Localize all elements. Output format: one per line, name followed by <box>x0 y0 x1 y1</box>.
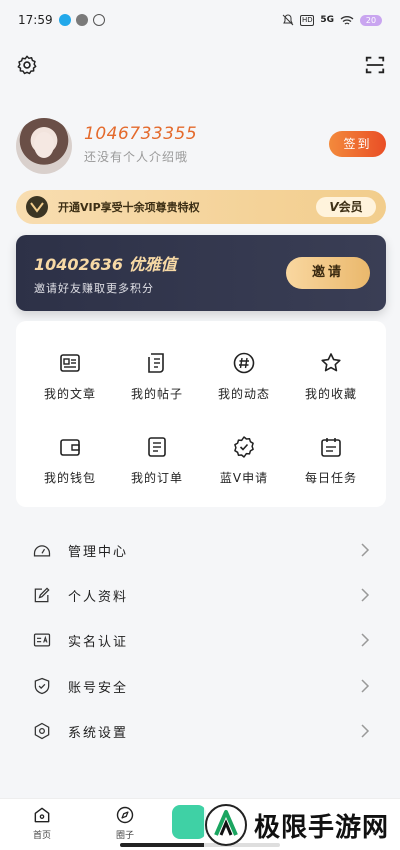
edit-profile-icon <box>34 587 50 603</box>
sign-in-button[interactable]: 签到 <box>329 131 386 157</box>
menu-label: 实名认证 <box>68 634 129 650</box>
grid-item-daily-tasks[interactable]: 每日任务 <box>285 435 377 505</box>
user-bio[interactable]: 还没有个人介绍哦 <box>84 148 188 165</box>
status-time: 17:59 <box>18 13 53 27</box>
menu-label: 个人资料 <box>68 589 129 605</box>
home-icon <box>34 807 50 823</box>
order-icon <box>148 437 166 457</box>
hashtag-icon <box>233 352 255 374</box>
grid-label: 我的收藏 <box>304 387 357 401</box>
points-desc: 邀请好友赚取更多积分 <box>34 282 154 295</box>
chevron-right-icon <box>361 633 370 647</box>
grid-label: 我的订单 <box>130 471 183 485</box>
watermark: 极限手游网 <box>204 800 400 850</box>
watermark-text: 极限手游网 <box>254 812 390 843</box>
hd-icon: HD <box>300 14 315 26</box>
menu-label: 管理中心 <box>68 544 129 560</box>
settings-gear-icon[interactable] <box>16 54 38 76</box>
grid-item-favorites[interactable]: 我的收藏 <box>285 351 377 421</box>
wifi-icon <box>340 15 354 25</box>
grid-label: 蓝V申请 <box>219 471 269 485</box>
invite-button[interactable]: 邀请 <box>286 257 370 289</box>
nav-create-button[interactable] <box>172 805 206 839</box>
points-card: 10402636 优雅值 邀请好友赚取更多积分 邀请 <box>16 235 386 311</box>
signal-5g: 5G <box>320 15 334 25</box>
nav-circle[interactable]: 圈子 <box>95 805 155 841</box>
post-icon <box>148 353 164 373</box>
grid-label: 每日任务 <box>304 471 357 485</box>
menu-label: 系统设置 <box>68 725 129 741</box>
grid-label: 我的文章 <box>43 387 96 401</box>
menu-item-account-security[interactable]: 账号安全 <box>16 664 386 708</box>
vip-v-mark: V <box>329 200 339 214</box>
vip-banner[interactable]: 开通VIP享受十余项尊贵特权 V会员 <box>16 190 386 224</box>
grid-item-blue-v[interactable]: 蓝V申请 <box>198 435 290 505</box>
avatar[interactable] <box>16 118 72 174</box>
id-card-icon <box>33 633 51 647</box>
nav-home-label: 首页 <box>32 831 51 841</box>
calendar-icon <box>321 438 341 457</box>
battery-icon: 20 <box>360 14 382 26</box>
status-bar: 17:59 HD 5G 20 <box>0 0 400 40</box>
menu-item-real-name[interactable]: 实名认证 <box>16 618 386 662</box>
notification-icon <box>92 14 105 26</box>
settings-hexagon-icon <box>34 722 50 740</box>
vip-crown-icon <box>26 196 48 218</box>
grid-item-orders[interactable]: 我的订单 <box>111 435 203 505</box>
grid-item-moments[interactable]: 我的动态 <box>198 351 290 421</box>
verified-badge-icon <box>234 436 254 458</box>
dashboard-icon <box>33 545 51 557</box>
menu-label: 账号安全 <box>68 680 129 696</box>
scan-icon[interactable] <box>364 54 386 76</box>
wechat-icon <box>75 14 88 26</box>
menu-item-admin-center[interactable]: 管理中心 <box>16 528 386 572</box>
nav-circle-label: 圈子 <box>115 831 134 841</box>
menu-item-system-settings[interactable]: 系统设置 <box>16 709 386 753</box>
star-icon <box>321 353 341 372</box>
points-value: 10402636 优雅值 <box>34 255 177 274</box>
mute-icon <box>282 14 294 26</box>
compass-icon <box>116 806 134 824</box>
nav-home[interactable]: 首页 <box>12 805 72 841</box>
watermark-logo-icon <box>205 804 247 846</box>
vip-text: 开通VIP享受十余项尊贵特权 <box>58 201 200 214</box>
wallet-icon <box>60 439 80 456</box>
grid-item-articles[interactable]: 我的文章 <box>24 351 116 421</box>
vip-badge-label: 会员 <box>338 200 363 214</box>
menu-item-profile[interactable]: 个人资料 <box>16 573 386 617</box>
grid-label: 我的帖子 <box>130 387 183 401</box>
feature-grid: 我的文章 我的帖子 我的动态 我的收藏 我的钱包 我的订单 蓝V申请 每日任务 <box>16 321 386 507</box>
chevron-right-icon <box>361 543 370 557</box>
chevron-right-icon <box>361 679 370 693</box>
grid-label: 我的钱包 <box>43 471 96 485</box>
vip-badge: V会员 <box>316 197 376 217</box>
qq-icon <box>58 14 71 26</box>
article-icon <box>60 354 80 372</box>
user-id: 1046733355 <box>84 124 198 144</box>
grid-label: 我的动态 <box>217 387 270 401</box>
chevron-right-icon <box>361 588 370 602</box>
grid-item-wallet[interactable]: 我的钱包 <box>24 435 116 505</box>
grid-item-posts[interactable]: 我的帖子 <box>111 351 203 421</box>
shield-icon <box>34 677 50 695</box>
chevron-right-icon <box>361 724 370 738</box>
